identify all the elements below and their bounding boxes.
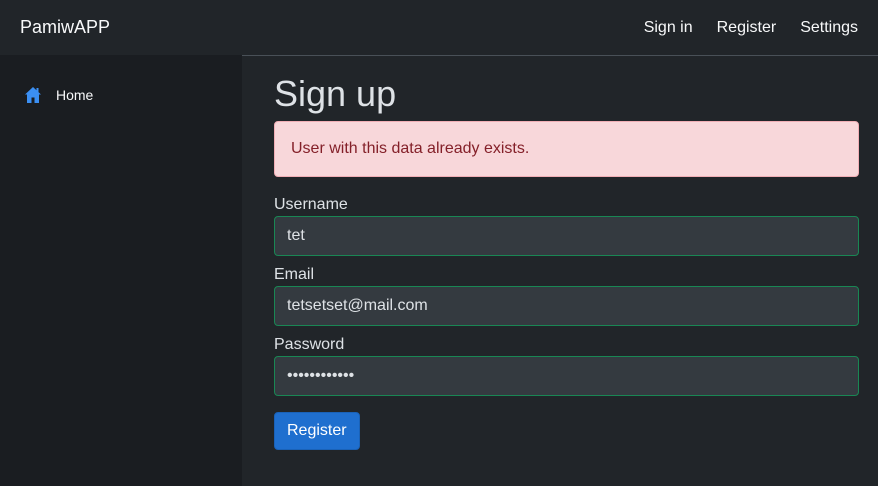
username-label: Username [274, 196, 348, 213]
email-input[interactable] [274, 286, 859, 326]
sidebar-item-label: Home [56, 87, 94, 103]
home-icon [24, 86, 42, 104]
password-group: Password [274, 336, 859, 396]
email-label: Email [274, 266, 315, 283]
brand-bar: PamiwAPP [0, 0, 242, 55]
signup-form: Username Email Password Register [274, 196, 859, 450]
register-link[interactable]: Register [717, 19, 777, 37]
register-button[interactable]: Register [274, 412, 360, 450]
email-group: Email [274, 266, 859, 326]
password-label: Password [274, 336, 345, 353]
sidebar: PamiwAPP Home [0, 0, 242, 486]
username-input[interactable] [274, 216, 859, 256]
main-content: Sign up User with this data already exis… [274, 56, 859, 450]
alert-message: User with this data already exists. [291, 140, 530, 157]
page-title: Sign up [274, 73, 397, 114]
sign-in-link[interactable]: Sign in [644, 19, 693, 37]
error-alert: User with this data already exists. [274, 121, 859, 177]
sidebar-item-home[interactable]: Home [24, 86, 93, 104]
username-group: Username [274, 196, 859, 256]
app: PamiwAPP Home Sign in Register Settings … [0, 0, 878, 486]
top-bar: Sign in Register Settings [242, 0, 878, 56]
top-nav: Sign in Register Settings [644, 0, 858, 55]
brand-link[interactable]: PamiwAPP [20, 17, 110, 38]
settings-link[interactable]: Settings [800, 19, 858, 37]
password-input[interactable] [274, 356, 859, 396]
